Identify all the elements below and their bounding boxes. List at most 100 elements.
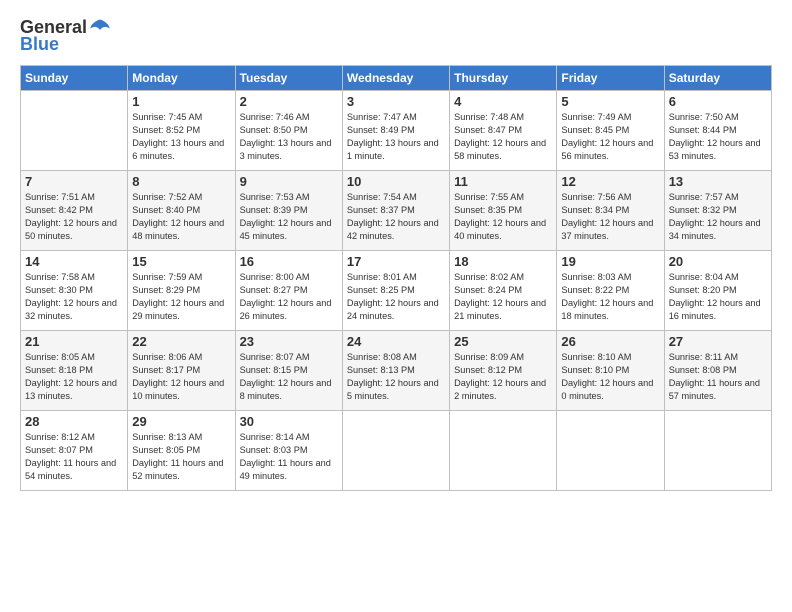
day-number: 8	[132, 174, 230, 189]
calendar-cell	[557, 411, 664, 491]
calendar-cell: 7 Sunrise: 7:51 AM Sunset: 8:42 PM Daylig…	[21, 171, 128, 251]
cell-details: Sunrise: 7:51 AM Sunset: 8:42 PM Dayligh…	[25, 191, 123, 243]
calendar-cell	[21, 91, 128, 171]
day-number: 28	[25, 414, 123, 429]
calendar-cell: 2 Sunrise: 7:46 AM Sunset: 8:50 PM Daylig…	[235, 91, 342, 171]
week-row-2: 14Sunrise: 7:58 AM Sunset: 8:30 PM Dayli…	[21, 251, 772, 331]
week-row-0: 1 Sunrise: 7:45 AM Sunset: 8:52 PM Daylig…	[21, 91, 772, 171]
week-row-4: 28Sunrise: 8:12 AM Sunset: 8:07 PM Dayli…	[21, 411, 772, 491]
cell-details: Sunrise: 8:07 AM Sunset: 8:15 PM Dayligh…	[240, 351, 338, 403]
cell-details: Sunrise: 7:49 AM Sunset: 8:45 PM Dayligh…	[561, 111, 659, 163]
day-number: 6	[669, 94, 767, 109]
calendar-cell: 13 Sunrise: 7:57 AM Sunset: 8:32 PM Dayli…	[664, 171, 771, 251]
header-row: SundayMondayTuesdayWednesdayThursdayFrid…	[21, 66, 772, 91]
calendar-cell: 27 Sunrise: 8:11 AM Sunset: 8:08 PM Dayli…	[664, 331, 771, 411]
day-number: 18	[454, 254, 552, 269]
calendar-cell: 23Sunrise: 8:07 AM Sunset: 8:15 PM Dayli…	[235, 331, 342, 411]
cell-details: Sunrise: 7:55 AM Sunset: 8:35 PM Dayligh…	[454, 191, 552, 243]
logo-bird-icon	[89, 16, 111, 38]
logo-blue: Blue	[20, 34, 59, 55]
logo: General Blue	[20, 16, 111, 55]
day-number: 5	[561, 94, 659, 109]
day-number: 2	[240, 94, 338, 109]
calendar-cell	[664, 411, 771, 491]
cell-details: Sunrise: 7:58 AM Sunset: 8:30 PM Dayligh…	[25, 271, 123, 323]
calendar-cell: 5 Sunrise: 7:49 AM Sunset: 8:45 PM Daylig…	[557, 91, 664, 171]
calendar-cell: 6 Sunrise: 7:50 AM Sunset: 8:44 PM Daylig…	[664, 91, 771, 171]
day-number: 13	[669, 174, 767, 189]
calendar-cell	[342, 411, 449, 491]
calendar-cell: 29 Sunrise: 8:13 AM Sunset: 8:05 PM Dayli…	[128, 411, 235, 491]
calendar-page: General Blue SundayMondayTuesdayWednesda…	[0, 0, 792, 612]
calendar-cell	[450, 411, 557, 491]
calendar-cell: 28Sunrise: 8:12 AM Sunset: 8:07 PM Dayli…	[21, 411, 128, 491]
calendar-cell: 15 Sunrise: 7:59 AM Sunset: 8:29 PM Dayli…	[128, 251, 235, 331]
calendar-cell: 10 Sunrise: 7:54 AM Sunset: 8:37 PM Dayli…	[342, 171, 449, 251]
calendar-cell: 26 Sunrise: 8:10 AM Sunset: 8:10 PM Dayli…	[557, 331, 664, 411]
header-cell-friday: Friday	[557, 66, 664, 91]
day-number: 17	[347, 254, 445, 269]
cell-details: Sunrise: 7:52 AM Sunset: 8:40 PM Dayligh…	[132, 191, 230, 243]
day-number: 27	[669, 334, 767, 349]
day-number: 19	[561, 254, 659, 269]
header-cell-tuesday: Tuesday	[235, 66, 342, 91]
cell-details: Sunrise: 8:00 AM Sunset: 8:27 PM Dayligh…	[240, 271, 338, 323]
calendar-cell: 14Sunrise: 7:58 AM Sunset: 8:30 PM Dayli…	[21, 251, 128, 331]
calendar-cell: 30 Sunrise: 8:14 AM Sunset: 8:03 PM Dayli…	[235, 411, 342, 491]
calendar-cell: 8 Sunrise: 7:52 AM Sunset: 8:40 PM Daylig…	[128, 171, 235, 251]
cell-details: Sunrise: 7:46 AM Sunset: 8:50 PM Dayligh…	[240, 111, 338, 163]
calendar-cell: 12Sunrise: 7:56 AM Sunset: 8:34 PM Dayli…	[557, 171, 664, 251]
cell-details: Sunrise: 8:11 AM Sunset: 8:08 PM Dayligh…	[669, 351, 767, 403]
cell-details: Sunrise: 7:45 AM Sunset: 8:52 PM Dayligh…	[132, 111, 230, 163]
cell-details: Sunrise: 8:01 AM Sunset: 8:25 PM Dayligh…	[347, 271, 445, 323]
calendar-cell: 18 Sunrise: 8:02 AM Sunset: 8:24 PM Dayli…	[450, 251, 557, 331]
cell-details: Sunrise: 8:13 AM Sunset: 8:05 PM Dayligh…	[132, 431, 230, 483]
day-number: 26	[561, 334, 659, 349]
header-cell-monday: Monday	[128, 66, 235, 91]
cell-details: Sunrise: 8:08 AM Sunset: 8:13 PM Dayligh…	[347, 351, 445, 403]
cell-details: Sunrise: 8:03 AM Sunset: 8:22 PM Dayligh…	[561, 271, 659, 323]
day-number: 29	[132, 414, 230, 429]
cell-details: Sunrise: 8:14 AM Sunset: 8:03 PM Dayligh…	[240, 431, 338, 483]
day-number: 12	[561, 174, 659, 189]
header: General Blue	[20, 16, 772, 55]
day-number: 15	[132, 254, 230, 269]
day-number: 1	[132, 94, 230, 109]
calendar-cell: 9Sunrise: 7:53 AM Sunset: 8:39 PM Daylig…	[235, 171, 342, 251]
calendar-cell: 19 Sunrise: 8:03 AM Sunset: 8:22 PM Dayli…	[557, 251, 664, 331]
week-row-1: 7 Sunrise: 7:51 AM Sunset: 8:42 PM Daylig…	[21, 171, 772, 251]
calendar-table: SundayMondayTuesdayWednesdayThursdayFrid…	[20, 65, 772, 491]
header-cell-wednesday: Wednesday	[342, 66, 449, 91]
logo-container: General Blue	[20, 16, 111, 55]
week-row-3: 21Sunrise: 8:05 AM Sunset: 8:18 PM Dayli…	[21, 331, 772, 411]
cell-details: Sunrise: 7:57 AM Sunset: 8:32 PM Dayligh…	[669, 191, 767, 243]
header-cell-saturday: Saturday	[664, 66, 771, 91]
day-number: 25	[454, 334, 552, 349]
calendar-cell: 16 Sunrise: 8:00 AM Sunset: 8:27 PM Dayli…	[235, 251, 342, 331]
cell-details: Sunrise: 7:50 AM Sunset: 8:44 PM Dayligh…	[669, 111, 767, 163]
cell-details: Sunrise: 7:47 AM Sunset: 8:49 PM Dayligh…	[347, 111, 445, 163]
day-number: 20	[669, 254, 767, 269]
calendar-cell: 1 Sunrise: 7:45 AM Sunset: 8:52 PM Daylig…	[128, 91, 235, 171]
cell-details: Sunrise: 7:59 AM Sunset: 8:29 PM Dayligh…	[132, 271, 230, 323]
day-number: 9	[240, 174, 338, 189]
calendar-cell: 20 Sunrise: 8:04 AM Sunset: 8:20 PM Dayli…	[664, 251, 771, 331]
cell-details: Sunrise: 8:06 AM Sunset: 8:17 PM Dayligh…	[132, 351, 230, 403]
header-cell-thursday: Thursday	[450, 66, 557, 91]
day-number: 3	[347, 94, 445, 109]
day-number: 30	[240, 414, 338, 429]
day-number: 4	[454, 94, 552, 109]
cell-details: Sunrise: 8:04 AM Sunset: 8:20 PM Dayligh…	[669, 271, 767, 323]
calendar-cell: 21Sunrise: 8:05 AM Sunset: 8:18 PM Dayli…	[21, 331, 128, 411]
cell-details: Sunrise: 8:02 AM Sunset: 8:24 PM Dayligh…	[454, 271, 552, 323]
day-number: 7	[25, 174, 123, 189]
calendar-cell: 22Sunrise: 8:06 AM Sunset: 8:17 PM Dayli…	[128, 331, 235, 411]
day-number: 11	[454, 174, 552, 189]
cell-details: Sunrise: 8:10 AM Sunset: 8:10 PM Dayligh…	[561, 351, 659, 403]
day-number: 16	[240, 254, 338, 269]
cell-details: Sunrise: 7:54 AM Sunset: 8:37 PM Dayligh…	[347, 191, 445, 243]
day-number: 10	[347, 174, 445, 189]
calendar-cell: 24Sunrise: 8:08 AM Sunset: 8:13 PM Dayli…	[342, 331, 449, 411]
header-cell-sunday: Sunday	[21, 66, 128, 91]
day-number: 21	[25, 334, 123, 349]
